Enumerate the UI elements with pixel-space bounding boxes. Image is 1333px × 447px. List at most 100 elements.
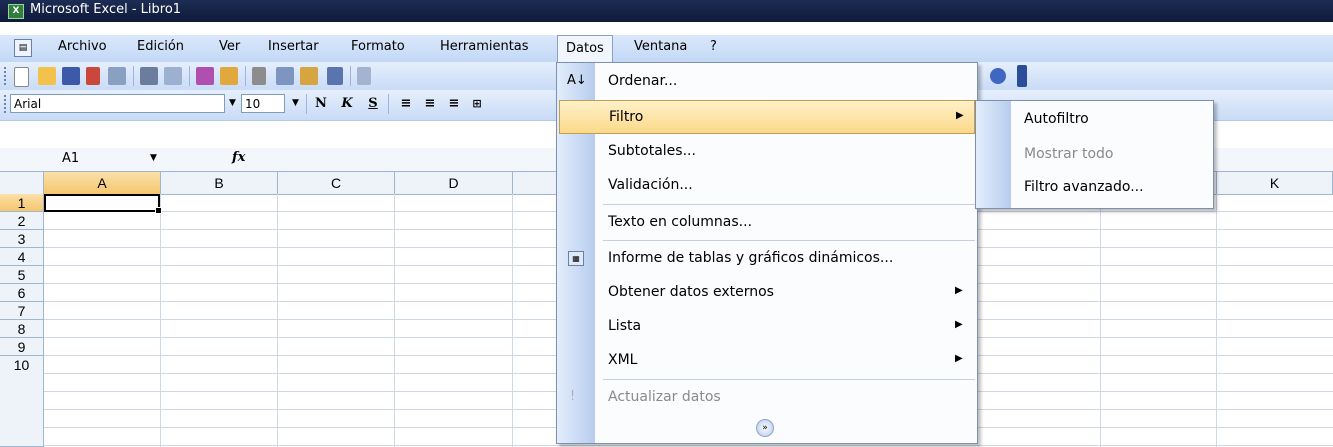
column-header-d[interactable]: D xyxy=(395,172,513,194)
align-center-icon[interactable]: ≡ xyxy=(420,95,440,113)
align-left-icon[interactable]: ≡ xyxy=(396,95,416,113)
submenu-item-filtro-avanzado[interactable]: Filtro avanzado... xyxy=(1024,179,1144,195)
bold-button[interactable]: N xyxy=(311,95,331,113)
toolbar-grip[interactable] xyxy=(4,67,9,85)
submenu-arrow-icon: ▶ xyxy=(955,353,963,364)
sort-az-icon: A↓ xyxy=(567,73,587,88)
menu-separator xyxy=(603,240,975,241)
cut-icon[interactable] xyxy=(252,67,266,85)
menu-item-label: Ordenar... xyxy=(608,73,678,89)
row-header-7[interactable]: 7 xyxy=(0,302,44,320)
permission-icon[interactable] xyxy=(86,67,100,85)
undo-icon[interactable] xyxy=(357,67,371,85)
align-right-icon[interactable]: ≡ xyxy=(444,95,464,113)
font-size-combo[interactable]: 10 xyxy=(241,94,285,113)
submenu-arrow-icon: ▶ xyxy=(956,110,964,121)
formula-input[interactable] xyxy=(262,150,552,168)
menu-item-actualizar-datos[interactable]: ! Actualizar datos xyxy=(557,381,977,415)
copy-icon[interactable] xyxy=(276,67,294,85)
title-bar: X Microsoft Excel - Libro1 xyxy=(0,0,1333,22)
menu-ver[interactable]: Ver xyxy=(219,39,240,54)
menu-item-label: Lista xyxy=(608,318,642,334)
menu-archivo[interactable]: Archivo xyxy=(58,39,107,54)
menu-item-ordenar[interactable]: A↓ Ordenar... xyxy=(557,65,977,99)
print-icon[interactable] xyxy=(140,67,158,85)
menu-item-label: Filtro xyxy=(609,109,644,125)
select-all-corner[interactable] xyxy=(0,172,44,194)
menu-ventana[interactable]: Ventana xyxy=(634,39,687,54)
separator xyxy=(388,94,389,114)
refresh-icon: ! xyxy=(570,389,576,404)
menu-item-xml[interactable]: XML ▶ xyxy=(557,344,977,378)
menu-help[interactable]: ? xyxy=(710,39,717,54)
row-header-10[interactable]: 10 xyxy=(0,356,44,447)
menu-item-label: XML xyxy=(608,352,638,368)
submenu-item-mostrar-todo[interactable]: Mostrar todo xyxy=(1024,146,1113,162)
research-icon[interactable] xyxy=(220,67,238,85)
menu-item-texto-en-columnas[interactable]: Texto en columnas... xyxy=(557,206,977,240)
pivot-table-icon: ▦ xyxy=(568,251,584,266)
menu-datos[interactable]: Datos xyxy=(557,35,613,62)
toolbar-grip[interactable] xyxy=(4,95,9,113)
menu-item-informe-tablas-dinamicas[interactable]: ▦ Informe de tablas y gráficos dinámicos… xyxy=(557,242,977,276)
submenu-item-autofiltro[interactable]: Autofiltro xyxy=(1024,111,1089,127)
row-header-8[interactable]: 8 xyxy=(0,320,44,338)
chevron-double-down-icon[interactable]: » xyxy=(756,419,774,437)
row-header-2[interactable]: 2 xyxy=(0,212,44,230)
column-header-b[interactable]: B xyxy=(161,172,278,194)
new-document-icon[interactable] xyxy=(14,67,29,87)
underline-button[interactable]: S xyxy=(363,95,383,113)
column-header-k[interactable]: K xyxy=(1217,172,1333,194)
menu-edicion[interactable]: Edición xyxy=(137,39,184,54)
paste-icon[interactable] xyxy=(300,67,318,85)
row-header-3[interactable]: 3 xyxy=(0,230,44,248)
toolbar-options-icon[interactable] xyxy=(1017,65,1027,87)
menu-item-lista[interactable]: Lista ▶ xyxy=(557,310,977,344)
row-header-5[interactable]: 5 xyxy=(0,266,44,284)
menu-item-label: Texto en columnas... xyxy=(608,214,753,230)
open-folder-icon[interactable] xyxy=(38,67,56,85)
spelling-icon[interactable] xyxy=(196,67,214,85)
menu-item-label: Validación... xyxy=(608,177,693,193)
chevron-down-icon[interactable]: ▼ xyxy=(226,94,239,113)
separator xyxy=(350,66,351,86)
menu-item-filtro[interactable]: Filtro ▶ xyxy=(559,100,975,134)
print-preview-icon[interactable] xyxy=(164,67,182,85)
merge-center-icon[interactable]: ⊞ xyxy=(467,95,487,113)
submenu-arrow-icon: ▶ xyxy=(955,319,963,330)
menu-separator xyxy=(603,379,975,380)
column-header-a[interactable]: A xyxy=(44,172,161,194)
menu-separator xyxy=(603,204,975,205)
submenu-arrow-icon: ▶ xyxy=(955,285,963,296)
italic-button[interactable]: K xyxy=(337,95,357,113)
separator xyxy=(245,66,246,86)
window-title: Microsoft Excel - Libro1 xyxy=(30,2,182,17)
menu-formato[interactable]: Formato xyxy=(351,39,405,54)
font-name-combo[interactable]: Arial xyxy=(10,94,225,113)
filtro-submenu: Autofiltro Mostrar todo Filtro avanzado.… xyxy=(975,100,1214,209)
document-icon[interactable]: ▤ xyxy=(14,39,32,57)
row-header-9[interactable]: 9 xyxy=(0,338,44,356)
active-cell[interactable] xyxy=(44,194,162,214)
menu-icon-gutter xyxy=(976,101,1011,208)
format-painter-icon[interactable] xyxy=(327,67,343,85)
menu-herramientas[interactable]: Herramientas xyxy=(440,39,529,54)
chevron-down-icon[interactable]: ▼ xyxy=(150,153,157,163)
menu-item-label: Actualizar datos xyxy=(608,389,721,405)
menu-item-validacion[interactable]: Validación... xyxy=(557,169,977,203)
row-header-4[interactable]: 4 xyxy=(0,248,44,266)
help-icon[interactable] xyxy=(990,68,1006,84)
menu-item-obtener-datos-externos[interactable]: Obtener datos externos ▶ xyxy=(557,276,977,310)
separator xyxy=(306,94,307,114)
menu-insertar[interactable]: Insertar xyxy=(268,39,319,54)
row-header-1[interactable]: 1 xyxy=(0,194,44,212)
insert-function-icon[interactable]: fx xyxy=(232,150,245,165)
save-icon[interactable] xyxy=(62,67,80,85)
menu-item-label: Informe de tablas y gráficos dinámicos..… xyxy=(608,250,894,266)
chevron-down-icon[interactable]: ▼ xyxy=(289,94,302,113)
menu-item-subtotales[interactable]: Subtotales... xyxy=(557,135,977,169)
email-icon[interactable] xyxy=(108,67,126,85)
menu-item-label: Subtotales... xyxy=(608,143,696,159)
row-header-6[interactable]: 6 xyxy=(0,284,44,302)
column-header-c[interactable]: C xyxy=(278,172,395,194)
